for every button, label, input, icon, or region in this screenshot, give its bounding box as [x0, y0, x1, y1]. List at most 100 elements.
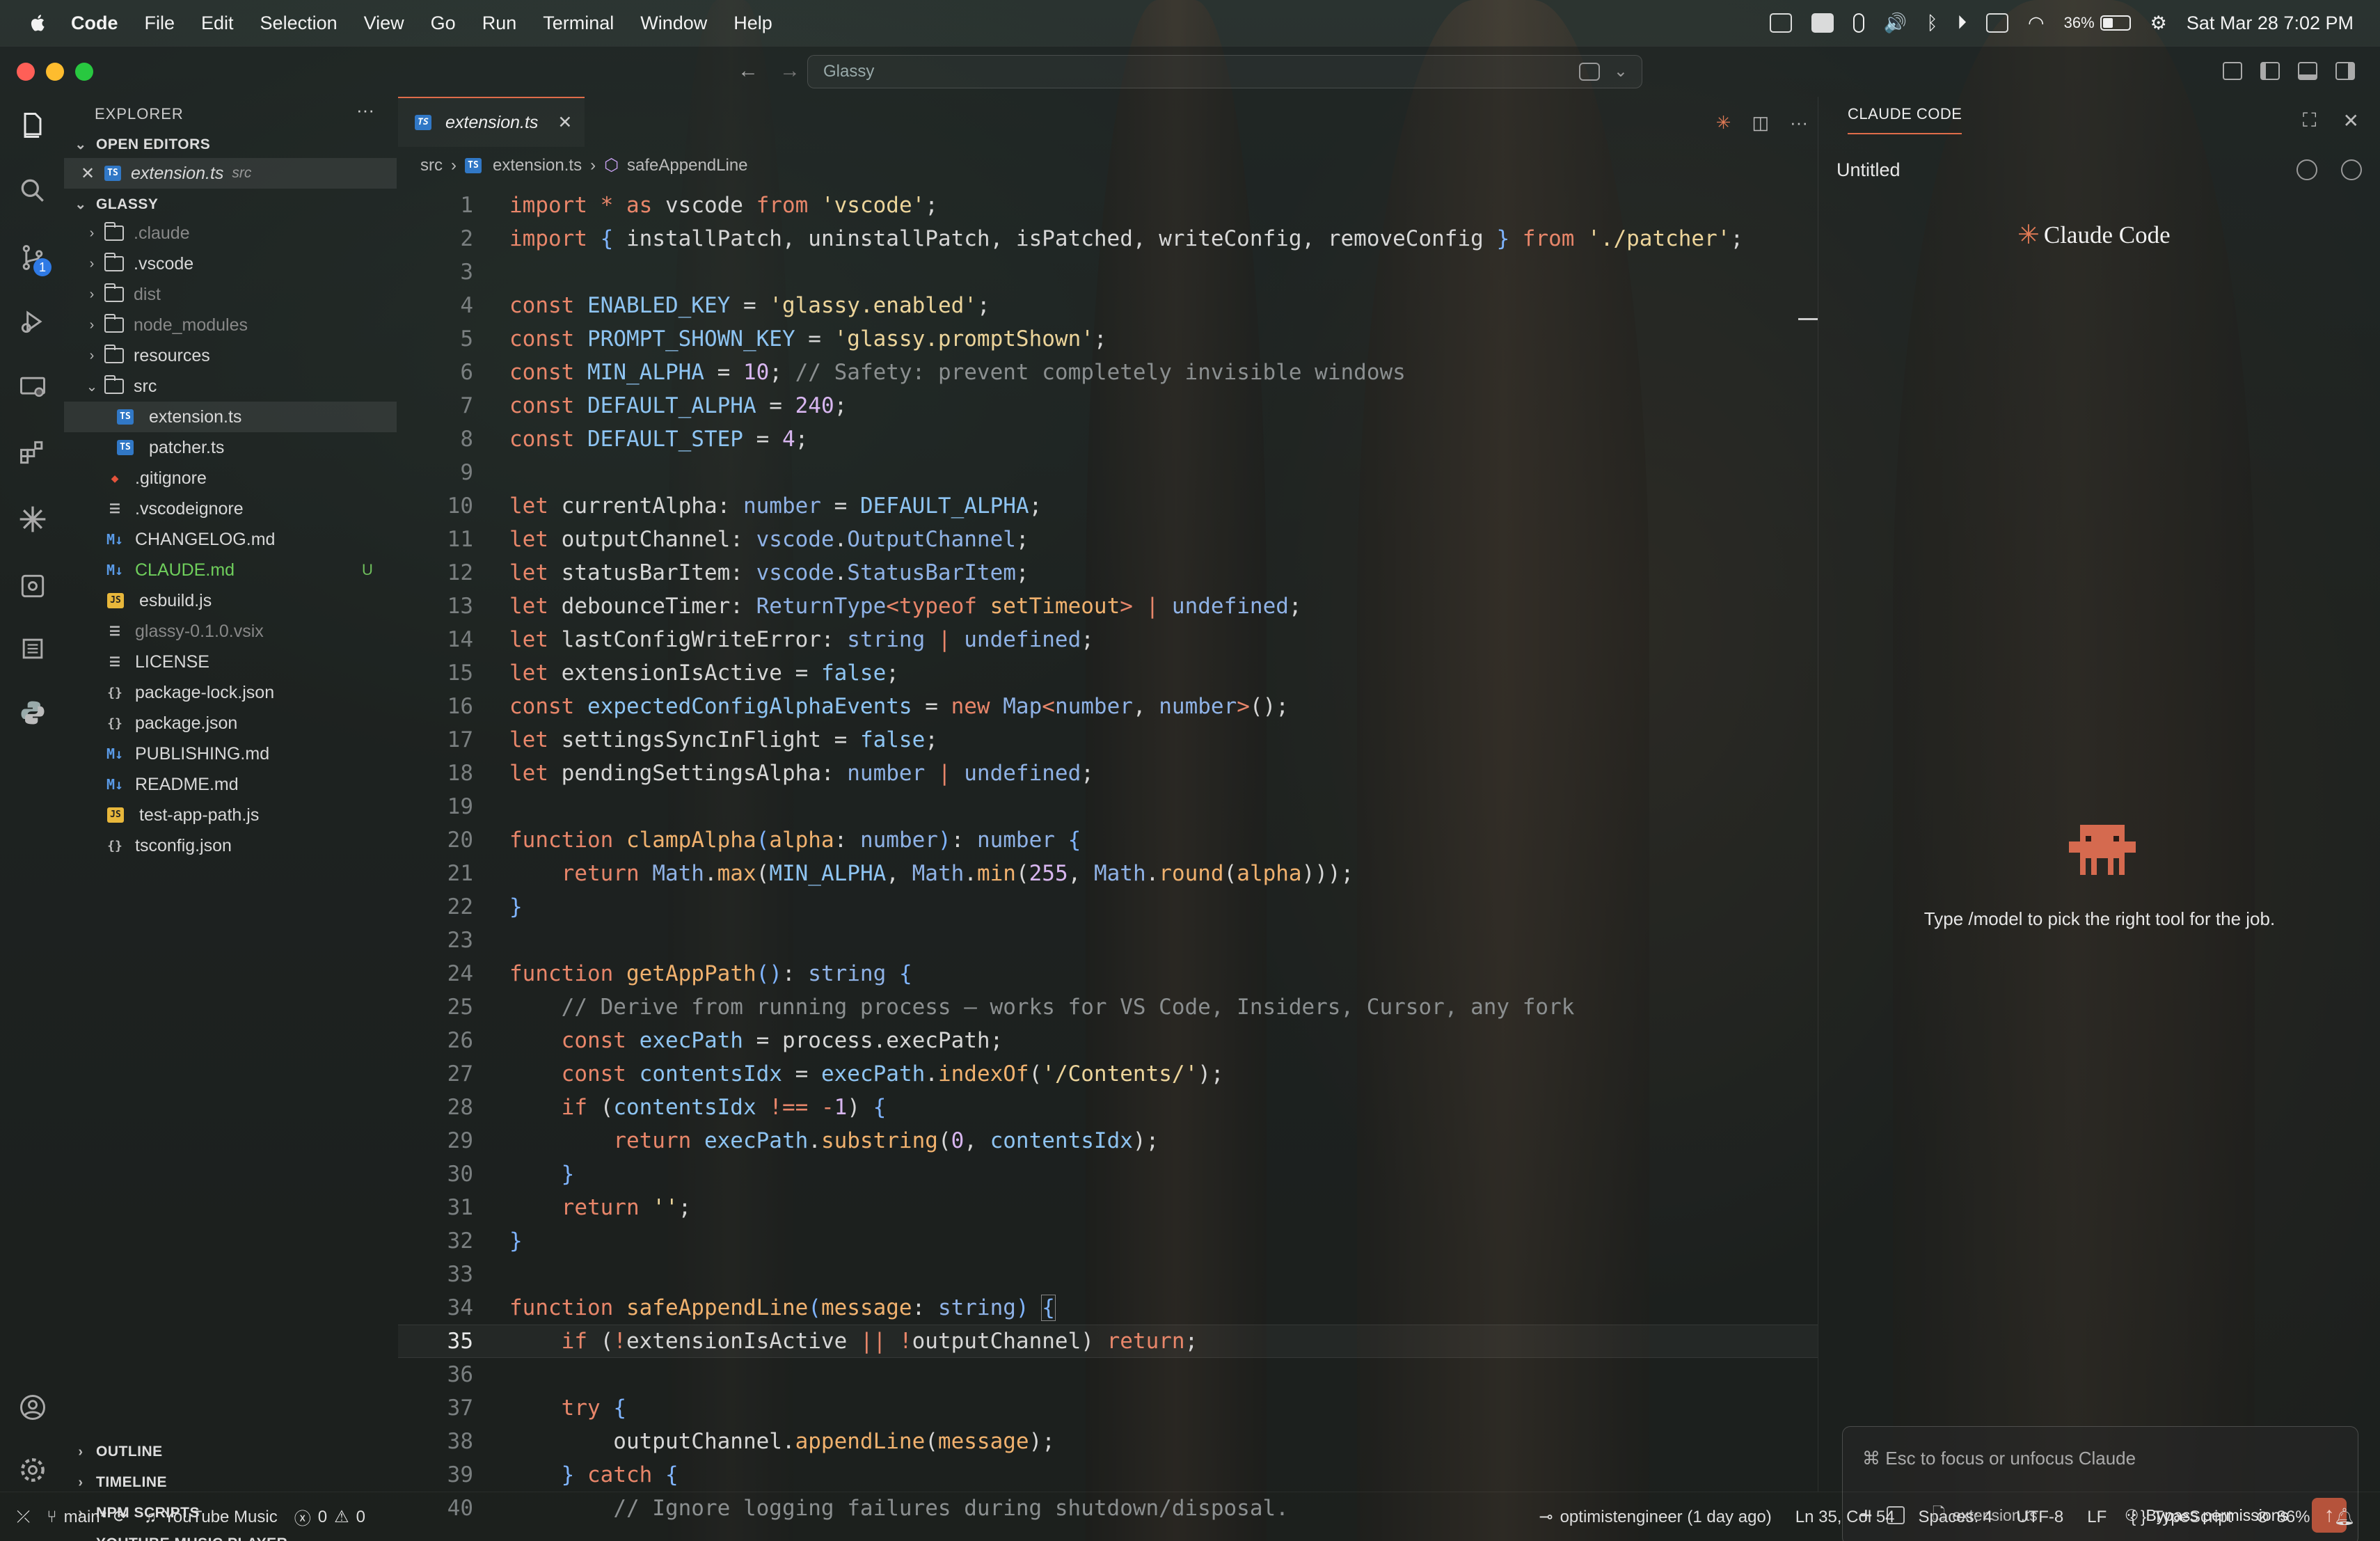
code-line[interactable]: 9 [398, 456, 1818, 489]
code-line[interactable]: 14 let lastConfigWriteError: string | und… [398, 623, 1818, 656]
code-line[interactable]: 34 function safeAppendLine(message: strin… [398, 1291, 1818, 1325]
python-icon[interactable] [17, 697, 49, 729]
code-line[interactable]: 30 } [398, 1157, 1818, 1191]
code-line[interactable]: 8 const DEFAULT_STEP = 4; [398, 422, 1818, 456]
code-line[interactable]: 19 [398, 790, 1818, 823]
code-line[interactable]: 24 function getAppPath(): string { [398, 957, 1818, 990]
tree-item[interactable]: ☰ .vscodeignore [64, 493, 397, 524]
run-debug-icon[interactable] [17, 306, 49, 338]
tree-item[interactable]: JS esbuild.js [64, 585, 397, 616]
menu-selection[interactable]: Selection [260, 13, 338, 34]
toggle-secondary-sidebar-icon[interactable] [2335, 62, 2355, 80]
menu-view[interactable]: View [364, 13, 404, 34]
breadcrumb-file[interactable]: extension.ts [493, 156, 582, 175]
code-line[interactable]: 7 const DEFAULT_ALPHA = 240; [398, 389, 1818, 422]
tree-item[interactable]: › node_modules [64, 310, 397, 340]
play-icon[interactable]: ⏵ [1958, 12, 1967, 34]
battery-status[interactable]: 36% [2064, 14, 2131, 32]
code-line[interactable]: 31 return ''; [398, 1191, 1818, 1224]
containers-icon[interactable] [17, 570, 49, 602]
display-icon[interactable] [1986, 13, 2009, 33]
toggle-primary-sidebar-icon[interactable] [2260, 62, 2280, 80]
tree-item[interactable]: › resources [64, 340, 397, 371]
code-line[interactable]: 5 const PROMPT_SHOWN_KEY = 'glassy.prompt… [398, 322, 1818, 356]
tree-item[interactable]: TS extension.ts [64, 402, 397, 432]
code-line[interactable]: 22} [398, 890, 1818, 924]
app-k-icon[interactable] [1811, 13, 1834, 33]
control-center-icon[interactable]: ⚙ [2150, 13, 2167, 34]
code-line[interactable]: 36 [398, 1358, 1818, 1391]
remote-explorer-icon[interactable] [17, 371, 49, 403]
menu-app-code[interactable]: Code [71, 13, 118, 34]
explorer-icon[interactable] [17, 109, 49, 141]
code-line[interactable]: 21 return Math.max(MIN_ALPHA, Math.min(2… [398, 857, 1818, 890]
code-line[interactable]: 29 return execPath.substring(0, contents… [398, 1124, 1818, 1157]
code-line[interactable]: 26 const execPath = process.execPath; [398, 1024, 1818, 1057]
code-line[interactable]: 20 function clampAlpha(alpha: number): nu… [398, 823, 1818, 857]
code-line[interactable]: 16 const expectedConfigAlphaEvents = new … [398, 690, 1818, 723]
split-editor-icon[interactable]: ◫ [1752, 112, 1769, 134]
code-line[interactable]: 32} [398, 1224, 1818, 1258]
chat-icon[interactable] [1579, 63, 1600, 81]
wifi-icon[interactable]: ◠ [2028, 13, 2045, 34]
code-line[interactable]: 6 const MIN_ALPHA = 10; // Safety: preven… [398, 356, 1818, 389]
chevron-down-icon[interactable]: ⌄ [1614, 61, 1628, 81]
zoom-status[interactable]: ⊘ 86% [2255, 1507, 2310, 1527]
cursor-position[interactable]: Ln 35, Col 54 [1795, 1508, 1895, 1527]
tree-item[interactable]: {} tsconfig.json [64, 830, 397, 861]
close-window-button[interactable] [17, 63, 35, 81]
close-icon[interactable]: ✕ [2343, 109, 2359, 132]
code-line[interactable]: 3 [398, 255, 1818, 289]
account-icon[interactable] [17, 1391, 49, 1423]
source-control-icon[interactable]: 1 [17, 242, 51, 276]
zoom-window-button[interactable] [75, 63, 93, 81]
tree-item[interactable]: M↓ CHANGELOG.md [64, 524, 397, 555]
maximize-icon[interactable]: ⛶ [2303, 109, 2317, 132]
claude-sparkle-icon[interactable]: ✳ [1716, 112, 1731, 134]
bluetooth-icon[interactable]: ᛒ [1926, 13, 1937, 34]
menu-terminal[interactable]: Terminal [543, 13, 614, 34]
code-line[interactable]: 38 outputChannel.appendLine(message); [398, 1425, 1818, 1458]
tree-item[interactable]: M↓ CLAUDE.md U [64, 555, 397, 585]
back-arrow-icon[interactable]: ← [738, 59, 759, 83]
tree-item[interactable]: › dist [64, 279, 397, 310]
tree-item[interactable]: ☰ glassy-0.1.0.vsix [64, 616, 397, 647]
customize-layout-icon[interactable] [2223, 62, 2242, 80]
code-line[interactable]: 11 let outputChannel: vscode.OutputChanne… [398, 523, 1818, 556]
notes-icon[interactable] [17, 633, 49, 665]
history-icon[interactable] [2296, 159, 2317, 180]
timeline-section[interactable]: › TIMELINE [74, 1474, 167, 1491]
code-line[interactable]: 13 let debounceTimer: ReturnType<typeof s… [398, 590, 1818, 623]
volume-icon[interactable]: 🔊 [1884, 12, 1907, 34]
tree-item[interactable]: › .claude [64, 218, 397, 248]
tree-item[interactable]: ⌄ src [64, 371, 397, 402]
tree-item[interactable]: ☰ LICENSE [64, 647, 397, 677]
code-line[interactable]: 33 [398, 1258, 1818, 1291]
mouse-icon[interactable] [1853, 13, 1864, 33]
notifications-bell-icon[interactable]: 🔔︎ [2334, 1507, 2355, 1527]
remote-icon[interactable]: ⤫ [17, 1508, 30, 1527]
tab-extension-ts[interactable]: TS extension.ts ✕ [398, 97, 585, 147]
code-line[interactable]: 4 const ENABLED_KEY = 'glassy.enabled'; [398, 289, 1818, 322]
code-line[interactable]: 15 let extensionIsActive = false; [398, 656, 1818, 690]
menu-run[interactable]: Run [482, 13, 517, 34]
tree-item[interactable]: › .vscode [64, 248, 397, 279]
extensions-icon[interactable] [17, 436, 49, 468]
tree-item[interactable]: {} package.json [64, 708, 397, 738]
code-line[interactable]: 35 if (!extensionIsActive || !outputChan… [398, 1325, 1818, 1358]
more-actions-icon[interactable]: ··· [1790, 112, 1808, 134]
code-line[interactable]: 25 // Derive from running process — work… [398, 990, 1818, 1024]
menubar-clock[interactable]: Sat Mar 28 7:02 PM [2187, 13, 2354, 34]
language-mode[interactable]: { } TypeScript [2130, 1508, 2232, 1527]
workspace-header[interactable]: ⌄ GLASSY [74, 196, 158, 213]
new-chat-icon[interactable] [2341, 159, 2362, 180]
toggle-panel-icon[interactable] [2298, 62, 2317, 80]
line-ending[interactable]: LF [2087, 1508, 2107, 1527]
panel-tab-claude-code[interactable]: CLAUDE CODE [1848, 105, 1962, 134]
keyboard-icon[interactable] [1769, 13, 1792, 33]
close-tab-icon[interactable]: ✕ [557, 112, 572, 133]
problems-indicator[interactable]: ⓧ 0 ⚠ 0 [294, 1505, 365, 1529]
code-line[interactable]: 27 const contentsIdx = execPath.indexOf(… [398, 1057, 1818, 1091]
code-line[interactable]: 37 try { [398, 1391, 1818, 1425]
code-line[interactable]: 17 let settingsSyncInFlight = false; [398, 723, 1818, 757]
